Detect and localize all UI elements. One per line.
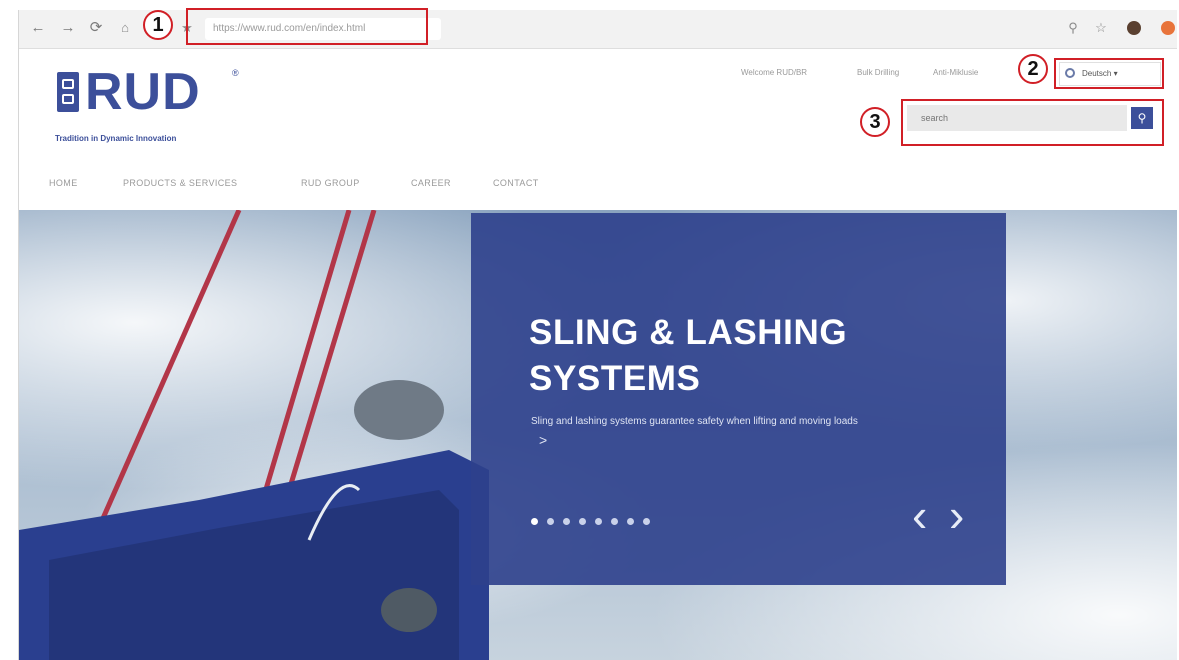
zoom-icon[interactable]: ⚲: [1065, 20, 1081, 36]
profile-icon[interactable]: [1161, 21, 1175, 35]
nav-rud-group[interactable]: RUD GROUP: [301, 178, 360, 188]
search-button[interactable]: ⚲: [1131, 107, 1153, 129]
chevron-down-icon: ▾: [1113, 69, 1118, 78]
chevron-right-icon: >: [539, 432, 548, 448]
screenshot-frame: ← → ⟳ ⌂ ★ https://www.rud.com/en/index.h…: [0, 0, 1179, 660]
nav-home[interactable]: HOME: [49, 178, 78, 188]
hero-subtext: Sling and lashing systems guarantee safe…: [531, 416, 858, 427]
address-bar[interactable]: https://www.rud.com/en/index.html: [205, 18, 441, 40]
reload-icon[interactable]: ⟳: [87, 19, 105, 37]
slide-dot[interactable]: [595, 518, 602, 525]
next-slide-icon[interactable]: ›: [949, 490, 964, 540]
hero-headline-line2: SYSTEMS: [529, 359, 701, 398]
browser-toolbar: ← → ⟳ ⌂ ★ https://www.rud.com/en/index.h…: [19, 10, 1177, 49]
slide-dot[interactable]: [579, 518, 586, 525]
annotation-number-3: 3: [860, 107, 890, 137]
top-link-3[interactable]: Anti-Miklusie: [933, 68, 978, 77]
annotation-number-2: 2: [1018, 54, 1048, 84]
slide-dot[interactable]: [547, 518, 554, 525]
hero-subtext-link[interactable]: Sling and lashing systems guarantee safe…: [531, 413, 871, 452]
logo-registered-mark: ®: [232, 68, 239, 78]
star-icon[interactable]: ☆: [1093, 20, 1109, 36]
slide-dot[interactable]: [611, 518, 618, 525]
slide-dots: [531, 512, 659, 525]
globe-icon: [1065, 68, 1075, 78]
home-icon[interactable]: ⌂: [117, 20, 133, 36]
nav-contact[interactable]: CONTACT: [493, 178, 539, 188]
extension-icon[interactable]: [1127, 21, 1141, 35]
slide-dot[interactable]: [563, 518, 570, 525]
hero-headline: SLING & LASHING SYSTEMS: [529, 310, 847, 402]
nav-products-services[interactable]: PRODUCTS & SERVICES: [123, 178, 237, 188]
logo-wordmark[interactable]: RUD: [85, 62, 201, 122]
language-label: Deutsch: [1082, 69, 1112, 78]
nav-career[interactable]: CAREER: [411, 178, 451, 188]
search-icon: ⚲: [1137, 111, 1147, 125]
slide-dot[interactable]: [531, 518, 538, 525]
prev-slide-icon[interactable]: ‹: [912, 490, 927, 540]
top-link-1[interactable]: Welcome RUD/BR: [741, 68, 807, 77]
hero-headline-line1: SLING & LASHING: [529, 313, 848, 352]
tagline: Tradition in Dynamic Innovation: [55, 134, 177, 143]
top-link-2[interactable]: Bulk Drilling: [857, 68, 899, 77]
bookmark-icon[interactable]: ★: [179, 20, 195, 36]
forward-icon[interactable]: →: [59, 19, 77, 37]
search-input[interactable]: [907, 105, 1127, 131]
back-icon[interactable]: ←: [29, 19, 47, 37]
slide-dot[interactable]: [643, 518, 650, 525]
language-selector[interactable]: Deutsch ▾: [1059, 62, 1161, 86]
logo-mark-icon[interactable]: [57, 72, 79, 112]
slide-dot[interactable]: [627, 518, 634, 525]
hero-slider[interactable]: SLING & LASHING SYSTEMS Sling and lashin…: [19, 210, 1177, 660]
annotation-number-1: 1: [143, 10, 173, 40]
browser-window: ← → ⟳ ⌂ ★ https://www.rud.com/en/index.h…: [18, 10, 1177, 660]
